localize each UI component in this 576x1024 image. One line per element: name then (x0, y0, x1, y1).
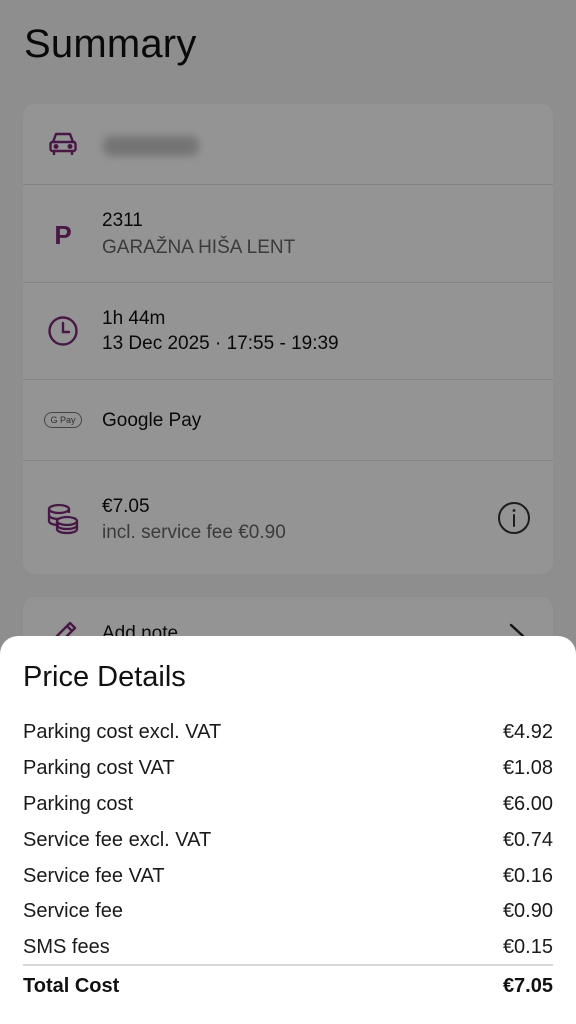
price-row: Parking cost VAT €1.08 (23, 751, 553, 787)
total-divider (23, 964, 553, 966)
price-value: €0.16 (502, 864, 553, 887)
price-row: Parking cost €6.00 (23, 787, 553, 823)
price-label: Service fee (23, 900, 124, 923)
price-value: €0.90 (502, 900, 553, 923)
price-value: €6.00 (502, 792, 553, 815)
price-value: €0.15 (502, 936, 553, 959)
price-value: €4.92 (502, 721, 553, 744)
price-value: €1.08 (502, 757, 553, 780)
total-value: €7.05 (502, 975, 553, 997)
price-row: Service fee excl. VAT €0.74 (23, 822, 553, 858)
total-label: Total Cost (23, 975, 120, 997)
price-label: Parking cost (23, 792, 134, 815)
price-list: Parking cost excl. VAT €4.92 Parking cos… (23, 715, 553, 966)
price-row: Service fee €0.90 (23, 894, 553, 930)
total-row: Total Cost €7.05 (23, 975, 553, 998)
price-label: Service fee VAT (23, 864, 165, 887)
price-details-title: Price Details (23, 661, 186, 693)
price-label: Parking cost VAT (23, 757, 175, 780)
price-details-sheet: Price Details Parking cost excl. VAT €4.… (0, 636, 576, 1024)
price-label: Parking cost excl. VAT (23, 721, 222, 744)
price-label: SMS fees (23, 936, 110, 959)
price-value: €0.74 (502, 828, 553, 851)
price-row: Parking cost excl. VAT €4.92 (23, 715, 553, 751)
price-label: Service fee excl. VAT (23, 828, 212, 851)
price-row: SMS fees €0.15 (23, 930, 553, 966)
price-row: Service fee VAT €0.16 (23, 858, 553, 894)
